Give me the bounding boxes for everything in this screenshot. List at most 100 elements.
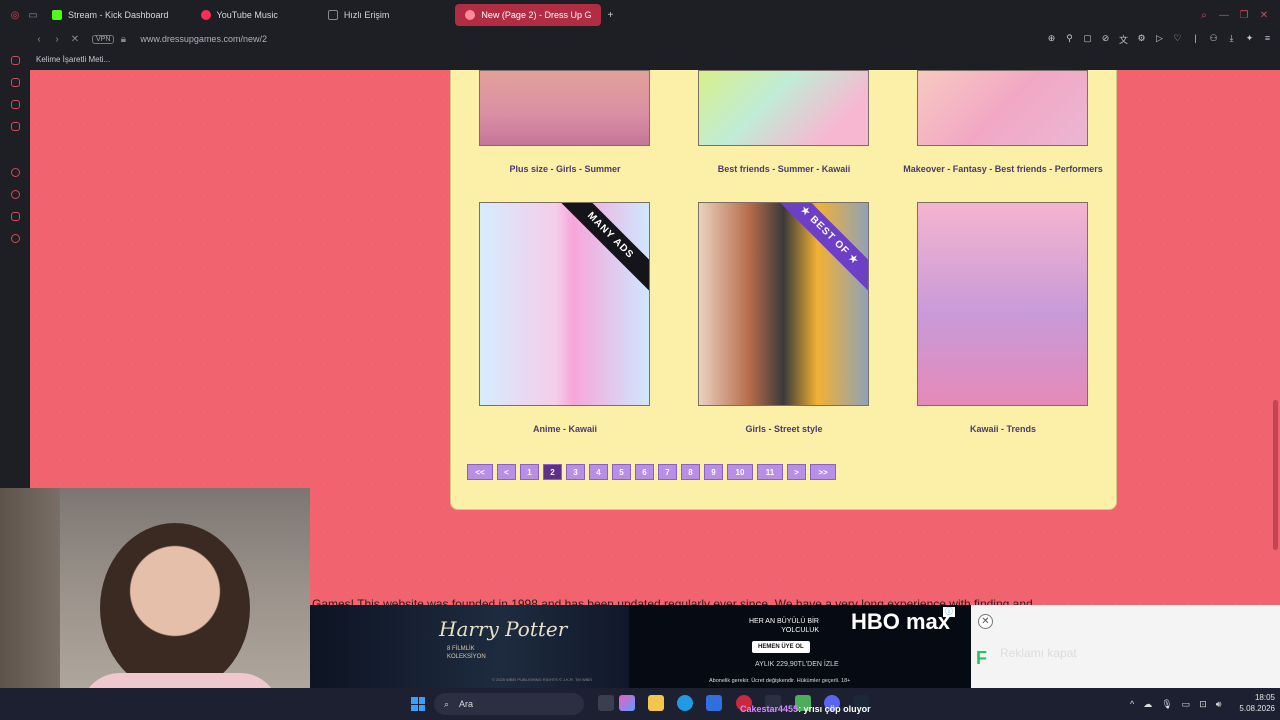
edge-icon[interactable] <box>677 695 693 711</box>
ad-banner[interactable]: Harry Potter 8 FİLMLİK KOLEKSİYON © 2025… <box>309 605 971 688</box>
extensions-icon[interactable]: ⚙ <box>1135 33 1148 46</box>
pin-icon[interactable]: ⚲ <box>1063 33 1076 46</box>
page-button[interactable]: < <box>497 464 516 480</box>
history-icon[interactable] <box>11 190 20 199</box>
close-icon[interactable]: ✕ <box>1254 10 1274 21</box>
taskbar-search[interactable]: ⌕ Ara <box>434 693 584 715</box>
page-button[interactable]: 7 <box>658 464 677 480</box>
page-button[interactable]: 11 <box>757 464 783 480</box>
page-button[interactable]: 10 <box>727 464 753 480</box>
page-button[interactable]: 9 <box>704 464 723 480</box>
page-button[interactable]: 4 <box>589 464 608 480</box>
game-thumbnail-kawaii-trends[interactable] <box>917 202 1088 406</box>
ad-side-text: Reklamı kapat <box>1000 646 1077 660</box>
game-caption[interactable]: Makeover - Fantasy - Best friends - Perf… <box>863 164 1143 174</box>
tab-label: New (Page 2) - Dress Up G <box>481 10 592 20</box>
tab-quick-access[interactable]: Hızlı Erişim <box>318 4 400 26</box>
scrollbar-thumb[interactable] <box>1273 400 1278 550</box>
page-button[interactable]: << <box>467 464 493 480</box>
cloud-icon[interactable]: ☁ <box>1143 699 1152 710</box>
copilot-icon[interactable] <box>619 695 635 711</box>
grid-icon <box>327 10 338 20</box>
page-button[interactable]: 5 <box>612 464 631 480</box>
ad-close-icon[interactable]: ✕ <box>978 614 993 629</box>
game-caption[interactable]: Plus size - Girls - Summer <box>445 164 685 174</box>
menu-icon[interactable]: ≡ <box>1261 33 1274 46</box>
back-icon[interactable]: ‹ <box>30 34 48 45</box>
store-icon[interactable] <box>706 695 722 711</box>
account-icon[interactable]: ⚇ <box>1207 33 1220 46</box>
clock-date: 5.08.2026 <box>1239 704 1275 713</box>
ad-info-icon[interactable]: ⓘ <box>943 607 955 617</box>
windows-taskbar <box>0 688 1280 720</box>
game-thumbnail[interactable] <box>698 70 869 146</box>
tab-label: YouTube Music <box>216 10 278 20</box>
game-thumbnail[interactable] <box>917 70 1088 146</box>
page-button[interactable]: 2 <box>543 464 562 480</box>
stream-chat-overlay: Cakestar4455: yrısı çöp oluyor <box>740 704 871 714</box>
game-thumbnail[interactable] <box>479 70 650 146</box>
ai-icon[interactable]: ✦ <box>1243 33 1256 46</box>
heart-icon[interactable]: ♡ <box>1171 33 1184 46</box>
task-view-icon[interactable] <box>598 695 614 711</box>
game-thumbnail-street-style[interactable]: ★ BEST OF ★ <box>698 202 869 406</box>
page-button[interactable]: > <box>787 464 806 480</box>
player-sidebar-icon[interactable] <box>11 168 20 177</box>
chat-username: Cakestar4455 <box>740 704 799 714</box>
tray-chevron-icon[interactable]: ^ <box>1130 699 1134 710</box>
network-icon[interactable]: ⊡ <box>1199 699 1207 710</box>
translate-icon[interactable]: 文 <box>1117 33 1130 46</box>
address-bar: ‹ › ✕ VPN 🔒︎ www.dressupgames.com/new/2 … <box>0 30 1280 48</box>
new-tab-button[interactable]: + <box>601 10 619 21</box>
page-button[interactable]: 3 <box>566 464 585 480</box>
maximize-icon[interactable]: ❐ <box>1234 10 1254 21</box>
messenger-icon[interactable] <box>11 100 20 109</box>
ai-sidebar-icon[interactable] <box>11 56 20 65</box>
zoom-icon[interactable]: ⊕ <box>1045 33 1058 46</box>
ad-brand-sub: 8 FİLMLİK KOLEKSİYON <box>447 646 486 660</box>
tab-youtube-music[interactable]: YouTube Music <box>191 4 288 26</box>
pagination: << <1 2 3 4 5 6 7 8 9 10 11 > >> <box>467 464 836 480</box>
vpn-badge[interactable]: VPN <box>92 34 115 44</box>
windows-start-icon[interactable] <box>411 697 425 711</box>
tab-kick-dashboard[interactable]: Stream - Kick Dashboard <box>42 4 179 26</box>
streamer-face <box>100 523 250 693</box>
game-caption[interactable]: Anime - Kawaii <box>445 424 685 434</box>
minimize-icon[interactable]: — <box>1214 10 1234 21</box>
opera-logo-icon[interactable]: ◎ <box>6 10 24 21</box>
workspace-icon[interactable]: ▭ <box>24 10 42 21</box>
game-thumbnail-anime-kawaii[interactable]: MANY ADS <box>479 202 650 406</box>
ad-brand-right: HBO max <box>851 609 951 634</box>
search-tabs-icon[interactable]: ⌕ <box>1194 10 1214 21</box>
settings-icon[interactable] <box>11 234 20 243</box>
mic-icon[interactable]: 🎙︎ <box>1161 699 1172 710</box>
game-caption[interactable]: Girls - Street style <box>664 424 904 434</box>
scrollbar[interactable] <box>1270 70 1280 688</box>
volume-icon[interactable]: 🔊︎ <box>1216 699 1222 710</box>
tab-dressupgames[interactable]: New (Page 2) - Dress Up G <box>455 4 602 26</box>
forward-icon[interactable]: › <box>48 34 66 45</box>
file-explorer-icon[interactable] <box>648 695 664 711</box>
apps-icon[interactable] <box>11 78 20 87</box>
page-button[interactable]: >> <box>810 464 836 480</box>
twitch-icon[interactable] <box>11 122 20 131</box>
page-button[interactable]: 6 <box>635 464 654 480</box>
taskbar-clock[interactable]: 18:05 5.08.2026 <box>1230 692 1275 714</box>
ad-cta-button[interactable]: HEMEN ÜYE OL <box>752 641 810 653</box>
download-icon[interactable]: ⤓ <box>1225 33 1238 46</box>
game-caption[interactable]: Kawaii - Trends <box>883 424 1123 434</box>
display-icon[interactable]: ▭ <box>1182 699 1191 710</box>
adblock-icon[interactable]: ⊘ <box>1099 33 1112 46</box>
extensions-sidebar-icon[interactable] <box>11 212 20 221</box>
url-field[interactable]: www.dressupgames.com/new/2 <box>140 34 267 44</box>
snapshot-icon[interactable]: ▢ <box>1081 33 1094 46</box>
lock-icon[interactable]: 🔒︎ <box>114 34 132 45</box>
ad-price: AYLIK 229,90TL'DEN İZLE <box>755 661 839 668</box>
webcam-overlay <box>0 488 310 720</box>
page-button[interactable]: 8 <box>681 464 700 480</box>
stop-loading-icon[interactable]: ✕ <box>66 34 84 45</box>
player-icon[interactable]: ▷ <box>1153 33 1166 46</box>
bookmark-item[interactable]: Kelime İşaretli Meti... <box>36 55 110 64</box>
page-button[interactable]: 1 <box>520 464 539 480</box>
ad-headline: HER AN BÜYÜLÜ BİR YOLCULUK <box>748 618 819 634</box>
